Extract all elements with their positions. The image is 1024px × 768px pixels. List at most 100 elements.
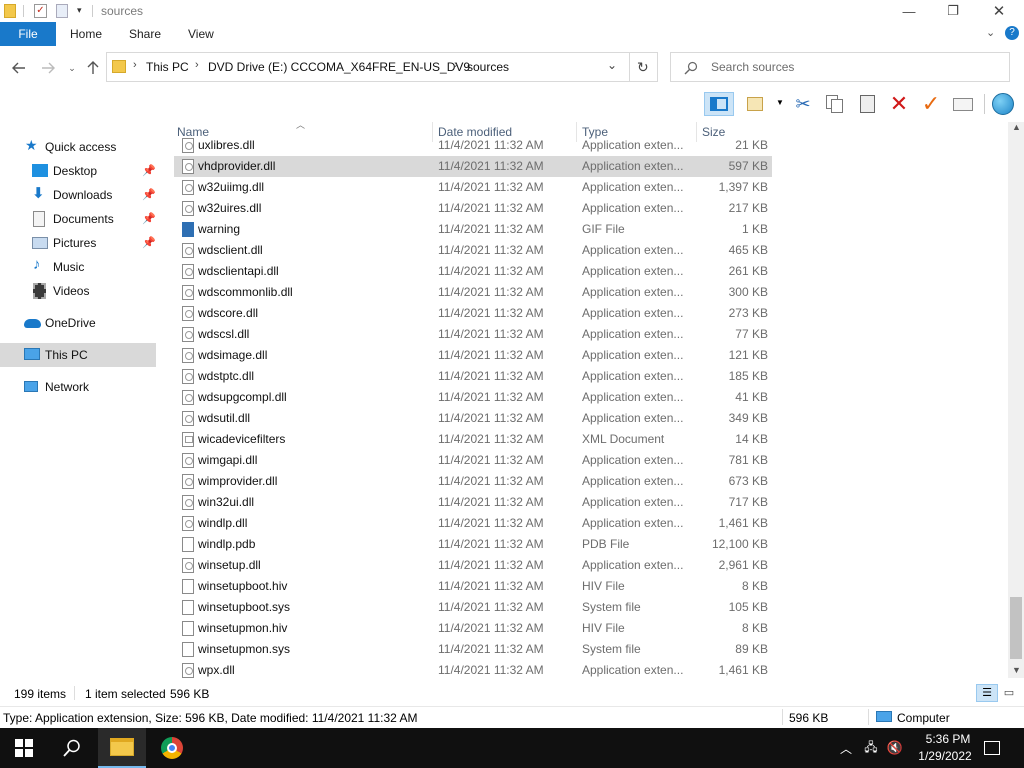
delete-icon[interactable]: ✕ (886, 91, 912, 116)
close-button[interactable]: ✕ (976, 0, 1022, 22)
sidebar-item-music[interactable]: ♪ Music (0, 255, 156, 279)
properties-window-icon[interactable] (950, 92, 976, 116)
sidebar-item-quick-access[interactable]: ★ Quick access (0, 135, 156, 159)
copy-icon[interactable] (822, 92, 848, 116)
scroll-up-icon[interactable]: ▲ (1012, 122, 1021, 132)
file-row[interactable]: wdsclient.dll 11/4/2021 11:32 AM Applicati… (174, 240, 772, 261)
file-row[interactable]: wdscsl.dll 11/4/2021 11:32 AM Application … (174, 324, 772, 345)
file-row[interactable]: wdsupgcompl.dll 11/4/2021 11:32 AM Applica… (174, 387, 772, 408)
new-folder-icon[interactable] (56, 4, 68, 18)
file-row[interactable]: winsetupmon.hiv 11/4/2021 11:32 AM HIV Fil… (174, 618, 772, 639)
breadcrumb-this-pc[interactable]: This PC (146, 60, 189, 74)
file-row[interactable]: wdscommonlib.dll 11/4/2021 11:32 AM Applic… (174, 282, 772, 303)
rename-check-icon[interactable]: ✓ (918, 91, 944, 116)
file-row[interactable]: wicadevicefilters 11/4/2021 11:32 AM XML D… (174, 429, 772, 450)
file-row[interactable]: windlp.dll 11/4/2021 11:32 AM Application … (174, 513, 772, 534)
file-row[interactable]: winsetup.dll 11/4/2021 11:32 AM Applicatio… (174, 555, 772, 576)
sidebar-item-network[interactable]: Network (0, 375, 156, 399)
file-name: winsetupmon.sys (198, 642, 291, 656)
file-row[interactable]: winsetupboot.sys 11/4/2021 11:32 AM System… (174, 597, 772, 618)
pin-icon[interactable]: 📌 (142, 212, 156, 225)
sidebar-item-pictures[interactable]: Pictures 📌 (0, 231, 156, 255)
pin-icon[interactable]: 📌 (142, 164, 156, 177)
sidebar-item-this-pc[interactable]: This PC (0, 343, 156, 367)
dll-file-icon (182, 180, 194, 195)
pin-icon[interactable]: 📌 (142, 236, 156, 249)
file-row[interactable]: uxlibres.dll 11/4/2021 11:32 AM Applicatio… (174, 135, 772, 156)
scroll-thumb[interactable] (1010, 597, 1022, 659)
show-hidden-icons-icon[interactable]: ︿ (836, 728, 856, 768)
scroll-down-icon[interactable]: ▼ (1012, 665, 1021, 675)
tab-file[interactable]: File (0, 22, 56, 46)
file-name: wimprovider.dll (198, 474, 278, 488)
new-item-icon[interactable] (742, 92, 768, 116)
file-row[interactable]: wdsimage.dll 11/4/2021 11:32 AM Applicatio… (174, 345, 772, 366)
notifications-icon[interactable] (978, 728, 1006, 768)
address-bar[interactable]: › This PC › DVD Drive (E:) CCCOMA_X64FRE… (106, 52, 658, 82)
forward-button[interactable] (38, 58, 58, 78)
paste-icon[interactable] (854, 92, 880, 116)
file-row[interactable]: wdstptc.dll 11/4/2021 11:32 AM Application… (174, 366, 772, 387)
details-bar: Type: Application extension, Size: 596 K… (0, 706, 1024, 728)
clock-time[interactable]: 5:36 PM (918, 732, 978, 746)
file-date: 11/4/2021 11:32 AM (438, 411, 544, 425)
sidebar-item-desktop[interactable]: Desktop 📌 (0, 159, 156, 183)
tab-home[interactable]: Home (70, 22, 102, 46)
file-row[interactable]: winsetupboot.hiv 11/4/2021 11:32 AM HIV Fi… (174, 576, 772, 597)
file-row[interactable]: wdscore.dll 11/4/2021 11:32 AM Application… (174, 303, 772, 324)
file-row[interactable]: vhdprovider.dll 11/4/2021 11:32 AM Applica… (174, 156, 772, 177)
file-row[interactable]: windlp.pdb 11/4/2021 11:32 AM PDB File 12,1… (174, 534, 772, 555)
preview-pane-icon[interactable] (704, 92, 734, 116)
file-size: 673 KB (728, 474, 768, 488)
file-row[interactable]: wpx.dll 11/4/2021 11:32 AM Application ext… (174, 660, 772, 681)
file-row[interactable]: winsetupmon.sys 11/4/2021 11:32 AM System … (174, 639, 772, 660)
details-view-icon[interactable]: ☰ (976, 684, 998, 702)
selection-size: 596 KB (170, 687, 210, 701)
new-item-dropdown-icon[interactable]: ▼ (776, 98, 784, 107)
vertical-scrollbar[interactable]: ▲ ▼ (1008, 122, 1024, 678)
large-icons-view-icon[interactable]: ▭ (1001, 685, 1017, 701)
back-button[interactable] (9, 58, 29, 78)
recent-locations-button[interactable]: ⌄ (62, 58, 82, 78)
file-row[interactable]: wimgapi.dll 11/4/2021 11:32 AM Application… (174, 450, 772, 471)
chrome-icon (161, 737, 183, 759)
sidebar-item-downloads[interactable]: ⬇ Downloads 📌 (0, 183, 156, 207)
breadcrumb-sources[interactable]: sources (467, 60, 509, 74)
refresh-icon[interactable]: ↻ (637, 59, 649, 76)
sidebar-item-videos[interactable]: Videos (0, 279, 156, 303)
volume-muted-icon[interactable]: 🔇 (884, 728, 906, 768)
cut-icon[interactable]: ✂ (790, 92, 816, 116)
search-box[interactable]: Search sources (670, 52, 1010, 82)
tab-view[interactable]: View (188, 22, 214, 46)
file-row[interactable]: w32uiimg.dll 11/4/2021 11:32 AM Applicatio… (174, 177, 772, 198)
file-row[interactable]: wdsutil.dll 11/4/2021 11:32 AM Application… (174, 408, 772, 429)
breadcrumb-dvd-drive[interactable]: DVD Drive (E:) CCCOMA_X64FRE_EN-US_DV9 (208, 60, 470, 74)
start-button[interactable] (0, 728, 48, 768)
expand-ribbon-icon[interactable]: ⌄ (986, 26, 995, 39)
globe-icon[interactable] (990, 92, 1016, 116)
taskbar-chrome[interactable] (148, 728, 196, 768)
file-row[interactable]: w32uires.dll 11/4/2021 11:32 AM Applicatio… (174, 198, 772, 219)
search-button[interactable] (48, 728, 96, 768)
minimize-button[interactable]: — (886, 0, 932, 22)
customize-toolbar-icon[interactable]: ▾ (77, 5, 82, 16)
file-name: winsetupboot.sys (198, 600, 291, 614)
address-dropdown-icon[interactable]: ⌄ (607, 58, 617, 72)
file-row[interactable]: warning 11/4/2021 11:32 AM GIF File 1 KB (174, 219, 772, 240)
tab-share[interactable]: Share (129, 22, 161, 46)
pin-icon[interactable]: 📌 (142, 188, 156, 201)
file-row[interactable]: wimprovider.dll 11/4/2021 11:32 AM Applica… (174, 471, 772, 492)
search-input[interactable]: Search sources (711, 60, 794, 74)
file-name: wimgapi.dll (198, 453, 258, 467)
file-row[interactable]: wdsclientapi.dll 11/4/2021 11:32 AM Applic… (174, 261, 772, 282)
up-button[interactable] (83, 58, 103, 78)
sidebar-item-onedrive[interactable]: OneDrive (0, 311, 156, 335)
taskbar-file-explorer[interactable] (98, 728, 146, 768)
clock-date[interactable]: 1/29/2022 (910, 749, 980, 763)
maximize-button[interactable]: ❐ (930, 0, 976, 22)
help-icon[interactable]: ? (1005, 26, 1019, 40)
file-row[interactable]: win32ui.dll 11/4/2021 11:32 AM Application… (174, 492, 772, 513)
properties-icon[interactable]: ✓ (34, 4, 47, 18)
network-status-icon[interactable]: 🖧 (860, 728, 882, 768)
sidebar-item-documents[interactable]: Documents 📌 (0, 207, 156, 231)
